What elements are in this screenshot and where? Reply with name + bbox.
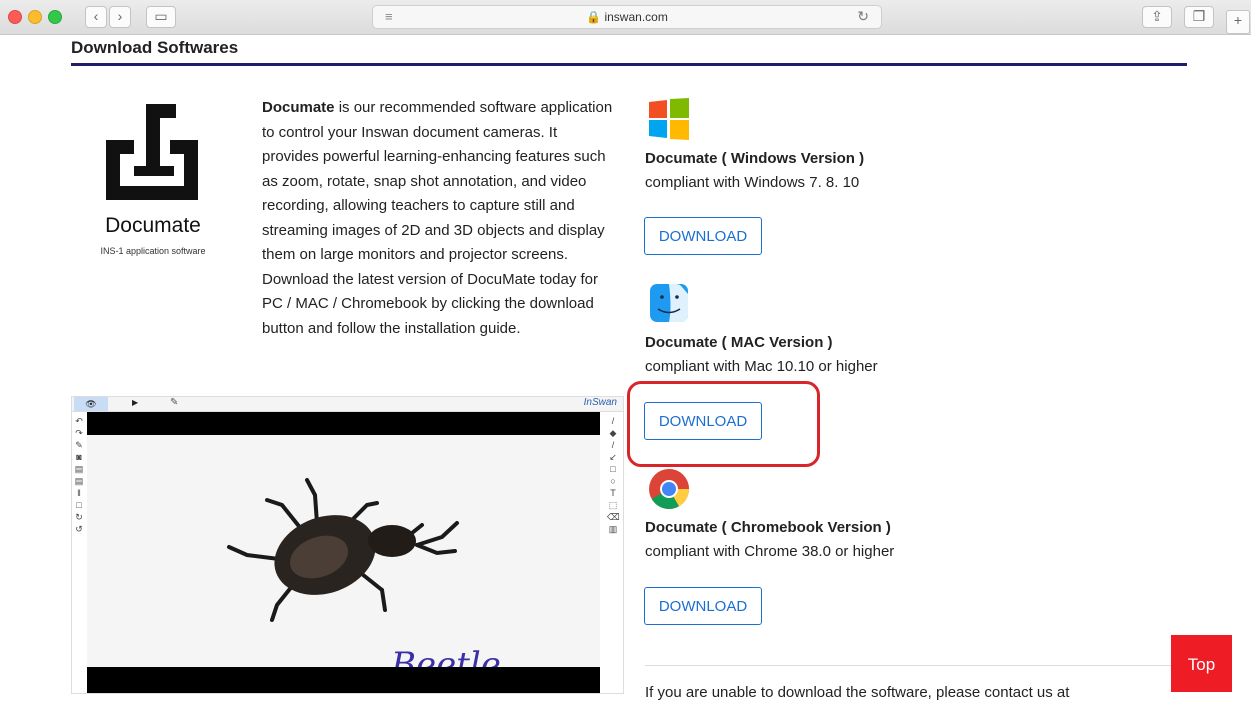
- marker-icon: ◆: [609, 428, 617, 438]
- video-top-bar: [87, 412, 600, 435]
- right-toolbar: / ◆ / ↙ □ ○ T ⬚ ⌫ ▥: [607, 415, 620, 535]
- description-bold-name: Documate: [262, 99, 335, 116]
- chromebook-version-compat: compliant with Chrome 38.0 or higher: [645, 543, 895, 560]
- share-icon: ⇪: [1151, 8, 1163, 24]
- windows-version-title: Documate ( Windows Version ): [645, 150, 865, 167]
- line-icon: /: [611, 440, 615, 450]
- chrome-icon: [649, 469, 689, 509]
- camera-canvas: Beetle.: [87, 435, 600, 685]
- app-brand: InSwan: [583, 397, 617, 408]
- software-description: Documate is our recommended software app…: [262, 96, 617, 341]
- tabs-icon: ❐: [1192, 8, 1206, 24]
- contact-note: If you are unable to download the softwa…: [645, 684, 1070, 701]
- section-title: Download Softwares: [71, 38, 239, 57]
- app-toolbar: 👁 ▶ ✎ InSwan: [72, 397, 623, 412]
- eraser-icon: ⌫: [607, 512, 620, 522]
- download-chromebook-button[interactable]: DOWNLOAD: [644, 587, 762, 625]
- title-divider: [71, 63, 1187, 66]
- arrow-icon: ↙: [609, 452, 617, 462]
- back-to-top-button[interactable]: Top: [1171, 635, 1232, 692]
- clear-icon: ▥: [608, 524, 618, 534]
- chromebook-version-title: Documate ( Chromebook Version ): [645, 519, 891, 536]
- camera-icon: ◙: [76, 452, 82, 462]
- mac-version-title: Documate ( MAC Version ): [645, 334, 833, 351]
- tabs-button[interactable]: ❐: [1184, 6, 1214, 28]
- download-windows-button[interactable]: DOWNLOAD: [644, 217, 762, 255]
- undo-icon: ↶: [75, 416, 83, 426]
- back-button[interactable]: ‹: [85, 6, 107, 28]
- select-icon: ⬚: [608, 500, 618, 510]
- finder-icon: [650, 284, 688, 322]
- windows-version-compat: compliant with Windows 7. 8. 10: [645, 174, 860, 191]
- eye-icon: 👁: [74, 397, 108, 411]
- address-domain: 🔒 inswan.com: [373, 10, 881, 24]
- rectangle-icon: □: [610, 464, 616, 474]
- pen-icon: /: [611, 416, 615, 426]
- edit-icon: ✎: [170, 397, 179, 408]
- forward-button[interactable]: ›: [109, 6, 131, 28]
- play-icon: ▶: [132, 398, 139, 407]
- app-screenshot: 👁 ▶ ✎ InSwan ↶ ↷ ✎ ◙ ▤ ▤ ‖ □ ↻ ↺ / ◆ / ↙…: [71, 396, 624, 694]
- logo-name: Documate: [105, 214, 201, 237]
- pause-icon: ‖: [77, 488, 81, 498]
- chevron-left-icon: ‹: [93, 8, 99, 24]
- left-toolbar: ↶ ↷ ✎ ◙ ▤ ▤ ‖ □ ↻ ↺: [73, 415, 85, 535]
- beetle-image: [227, 478, 459, 622]
- logo-subtitle: INS-1 application software: [100, 246, 206, 256]
- zoom-window-button[interactable]: [48, 10, 62, 24]
- sidebar-icon: ▭: [154, 8, 168, 24]
- share-button[interactable]: ⇪: [1142, 6, 1172, 28]
- content-divider: [645, 665, 1180, 666]
- text-icon: T: [610, 488, 616, 498]
- redo-icon: ↷: [75, 428, 83, 438]
- highlight-circle: [627, 381, 820, 467]
- video-bottom-bar: [87, 667, 600, 693]
- circle-icon: ○: [610, 476, 616, 486]
- domain-text: inswan.com: [604, 10, 668, 24]
- windows-icon: [649, 98, 689, 140]
- minimize-window-button[interactable]: [28, 10, 42, 24]
- close-window-button[interactable]: [8, 10, 22, 24]
- rotate-back-icon: ↺: [75, 524, 83, 534]
- description-text: is our recommended software application …: [262, 99, 613, 337]
- sidebar-button[interactable]: ▭: [146, 6, 176, 28]
- address-bar[interactable]: ≡ 🔒 inswan.com ↻: [372, 5, 882, 29]
- folder-icon: ▤: [74, 464, 84, 474]
- mac-version-compat: compliant with Mac 10.10 or higher: [645, 358, 878, 375]
- reload-icon[interactable]: ↻: [857, 8, 869, 25]
- new-tab-button[interactable]: +: [1226, 10, 1250, 34]
- chevron-right-icon: ›: [117, 8, 123, 24]
- documate-logo-icon: [106, 104, 198, 200]
- annotate-icon: ✎: [75, 440, 83, 450]
- square-icon: □: [76, 500, 82, 510]
- browser-toolbar: ‹ › ▭ ≡ 🔒 inswan.com ↻ ⇪ ❐ +: [0, 0, 1251, 35]
- plus-icon: +: [1233, 12, 1243, 28]
- lock-icon: 🔒: [586, 10, 602, 24]
- rotate-icon: ↻: [75, 512, 83, 522]
- folder-2-icon: ▤: [74, 476, 84, 486]
